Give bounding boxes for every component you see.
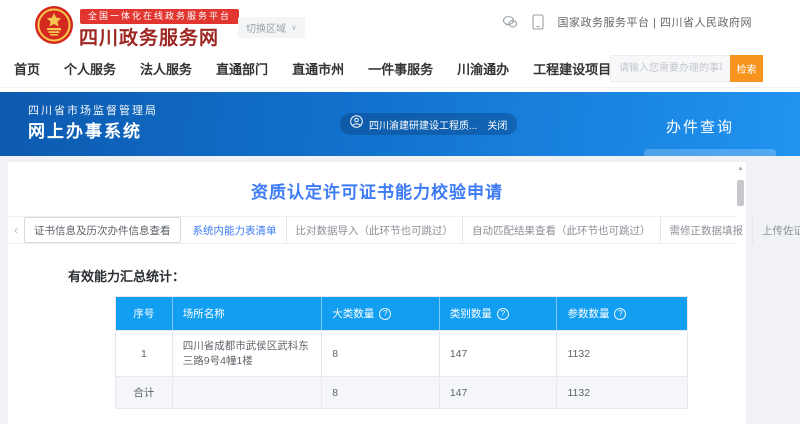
nav-item-cities[interactable]: 直通市州	[292, 59, 344, 78]
nav-item-home[interactable]: 首页	[14, 59, 40, 78]
tab-data-import[interactable]: 比对数据导入（此环节也可跳过）	[286, 217, 463, 243]
tab-correction[interactable]: 需修正数据填报	[660, 217, 753, 243]
table-header-row: 序号 场所名称 大类数量 ? 类别数量 ? 参数数量 ?	[116, 297, 687, 330]
user-icon	[350, 115, 363, 133]
col-header-major: 大类数量 ?	[322, 297, 440, 330]
content-panel: 资质认定许可证书能力校验申请 ▴ ‹ 证书信息及历次办件信息查看 系统内能力表清…	[8, 162, 746, 424]
gov-links[interactable]: 国家政务服务平台 | 四川省人民政府网	[558, 14, 752, 30]
capability-summary-table: 序号 场所名称 大类数量 ? 类别数量 ? 参数数量 ?	[115, 296, 688, 409]
cell-total-label: 合计	[116, 376, 173, 408]
topbar-right: 国家政务服务平台 | 四川省人民政府网	[502, 14, 752, 30]
case-query-link[interactable]: 办件查询	[666, 116, 734, 137]
case-query-tab-highlight	[644, 149, 776, 156]
system-name: 网上办事系统	[28, 117, 142, 142]
col-header-category: 类别数量 ?	[440, 297, 558, 330]
platform-ribbon: 全国一体化在线政务服务平台	[80, 9, 239, 24]
cell-total-category: 147	[440, 376, 558, 408]
region-switcher-label: 切换区域	[246, 20, 286, 35]
scrollbar-thumb[interactable]	[737, 180, 744, 206]
nav-items: 首页 个人服务 法人服务 直通部门 直通市州 一件事服务 川渝通办 工程建设项目…	[14, 48, 637, 88]
page-title: 资质认定许可证书能力校验申请	[8, 178, 746, 203]
col-header-place: 场所名称	[173, 297, 322, 330]
step-tabs: ‹ 证书信息及历次办件信息查看 系统内能力表清单 比对数据导入（此环节也可跳过）…	[8, 216, 736, 244]
help-icon[interactable]: ?	[614, 308, 626, 320]
nav-item-departments[interactable]: 直通部门	[216, 59, 268, 78]
cell-total-param: 1132	[557, 376, 687, 408]
system-banner: 四川省市场监督管理局 网上办事系统 四川渝建研建设工程质... 关闭 办件查询	[0, 92, 800, 156]
cell-param: 1132	[557, 330, 687, 376]
nav-item-one-matter[interactable]: 一件事服务	[368, 59, 433, 78]
search-button[interactable]: 检索	[730, 55, 763, 82]
logout-link[interactable]: 关闭	[487, 117, 507, 132]
cell-seq: 1	[116, 330, 173, 376]
site-header: 全国一体化在线政务服务平台 四川政务服务网 切换区域 ∨ 国家政务服务平台 | …	[0, 0, 800, 48]
chevron-left-icon[interactable]: ‹	[8, 223, 24, 237]
col-header-major-label: 大类数量	[332, 306, 374, 321]
col-header-category-label: 类别数量	[450, 306, 492, 321]
help-icon[interactable]: ?	[379, 308, 391, 320]
region-switcher[interactable]: 切换区域 ∨	[238, 17, 305, 38]
cell-category: 147	[440, 330, 558, 376]
scrollbar[interactable]: ▴	[736, 164, 745, 422]
tab-capability-list[interactable]: 系统内能力表清单	[184, 217, 286, 243]
tab-upload-evidence[interactable]: 上传佐证	[752, 217, 800, 243]
main-nav: 首页 个人服务 法人服务 直通部门 直通市州 一件事服务 川渝通办 工程建设项目…	[0, 48, 800, 88]
user-badge[interactable]: 四川渝建研建设工程质... 关闭	[340, 113, 517, 135]
nav-item-chuanyu[interactable]: 川渝通办	[457, 59, 509, 78]
table-total-row: 合计 8 147 1132	[116, 376, 687, 408]
page-root: 全国一体化在线政务服务平台 四川政务服务网 切换区域 ∨ 国家政务服务平台 | …	[0, 0, 800, 424]
cell-total-major: 8	[322, 376, 440, 408]
col-header-seq: 序号	[116, 297, 173, 330]
col-header-param: 参数数量 ?	[557, 297, 687, 330]
nav-item-personal-services[interactable]: 个人服务	[64, 59, 116, 78]
tab-match-result[interactable]: 自动匹配结果查看（此环节也可跳过）	[462, 217, 660, 243]
tab-cert-info[interactable]: 证书信息及历次办件信息查看	[24, 217, 181, 243]
wechat-icon[interactable]	[502, 15, 518, 29]
cell-place: 四川省成都市武侯区武科东三路9号4幢1楼	[173, 330, 322, 376]
section-heading: 有效能力汇总统计：	[68, 266, 185, 285]
col-header-param-label: 参数数量	[567, 306, 609, 321]
help-icon[interactable]: ?	[497, 308, 509, 320]
cell-total-place	[173, 376, 322, 408]
national-emblem-logo	[34, 5, 74, 45]
search-input[interactable]	[610, 55, 730, 82]
site-name: 四川政务服务网	[79, 23, 219, 50]
chevron-down-icon: ∨	[291, 23, 297, 32]
scroll-up-icon[interactable]: ▴	[736, 164, 745, 174]
cell-major: 8	[322, 330, 440, 376]
nav-item-legal-services[interactable]: 法人服务	[140, 59, 192, 78]
table-row: 1 四川省成都市武侯区武科东三路9号4幢1楼 8 147 1132	[116, 330, 687, 376]
user-name: 四川渝建研建设工程质...	[369, 117, 477, 132]
org-name: 四川省市场监督管理局	[28, 102, 158, 118]
content-background: 资质认定许可证书能力校验申请 ▴ ‹ 证书信息及历次办件信息查看 系统内能力表清…	[0, 156, 800, 424]
mobile-icon[interactable]	[532, 14, 544, 30]
